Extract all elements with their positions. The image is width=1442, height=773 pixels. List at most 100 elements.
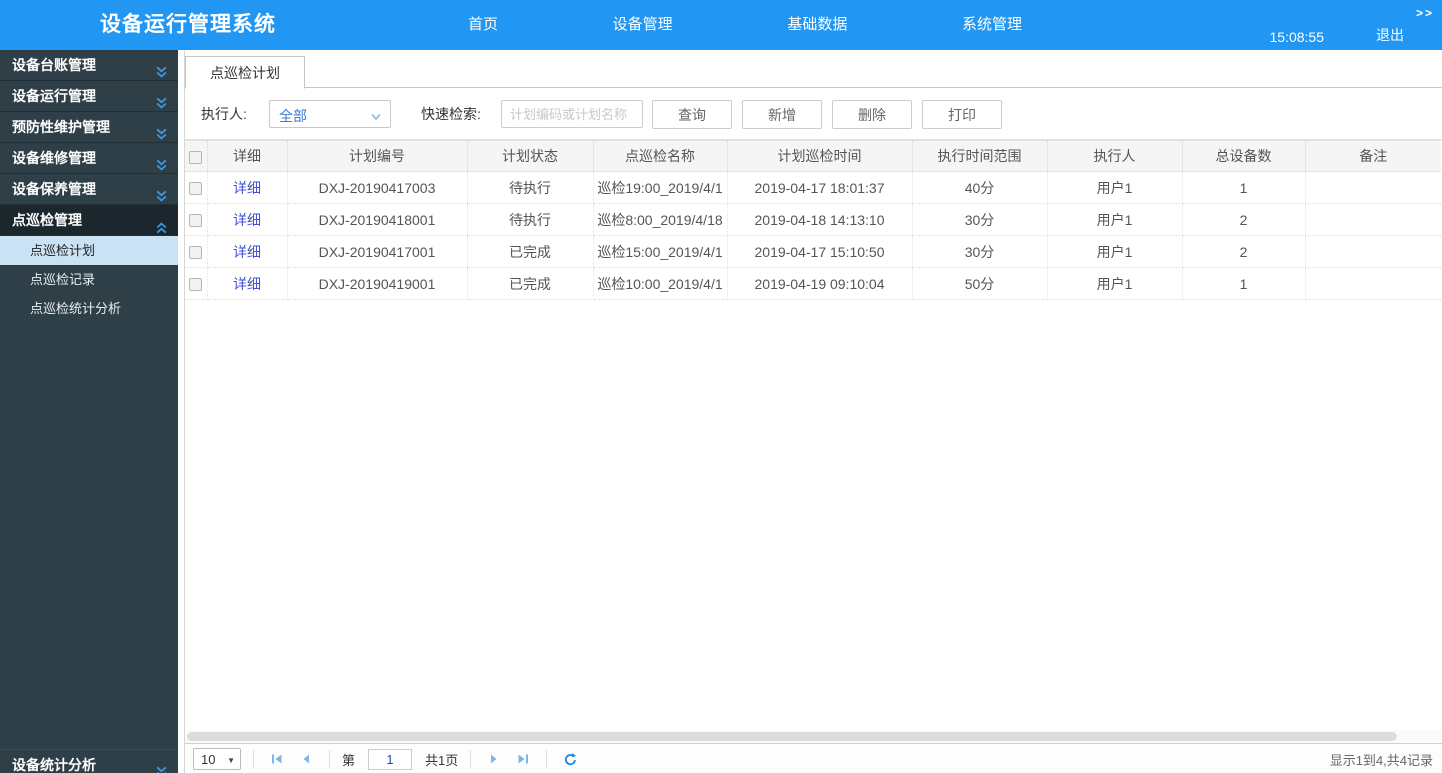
sidebar-item-inspection-plan[interactable]: 点巡检计划 [0,236,178,265]
sidebar-group-label: 预防性维护管理 [12,119,110,135]
detail-link[interactable]: 详细 [233,212,261,228]
sidebar-group-spot-inspection[interactable]: 点巡检管理 [0,205,178,236]
header-checkbox-cell [185,140,208,172]
col-time: 计划巡检时间 [727,140,913,172]
page-size-select[interactable]: 10 ▼ [193,748,241,770]
sidebar-item-inspection-record[interactable]: 点巡检记录 [0,265,178,294]
cell-remark [1305,171,1441,204]
cell-devices: 1 [1182,267,1306,300]
last-page-icon[interactable] [512,748,534,770]
app-title: 设备运行管理系统 [100,13,276,36]
cell-name: 巡检19:00_2019/4/1 [593,171,728,204]
cell-status: 已完成 [467,267,594,300]
cell-devices: 2 [1182,235,1306,268]
row-checkbox[interactable] [189,246,203,260]
nav-home[interactable]: 首页 [450,0,516,50]
cell-executor: 用户1 [1047,267,1183,300]
detail-link[interactable]: 详细 [233,180,261,196]
table-row[interactable]: 详细 DXJ-20190417001 已完成 巡检15:00_2019/4/1 … [185,235,1441,268]
executor-select[interactable]: 全部 [269,100,391,128]
sidebar-item-inspection-statistics[interactable]: 点巡检统计分析 [0,294,178,323]
cell-range: 30分 [912,203,1048,236]
cell-executor: 用户1 [1047,203,1183,236]
sidebar: 设备台账管理 设备运行管理 预防性维护管理 设备维修管理 设备保养管理 点巡检管… [0,50,178,773]
sidebar-group-preventive-maintenance[interactable]: 预防性维护管理 [0,112,178,143]
page-number-input[interactable] [368,748,413,770]
delete-button[interactable]: 删除 [832,100,912,129]
col-range: 执行时间范围 [912,140,1048,172]
table-row[interactable]: 详细 DXJ-20190417003 待执行 巡检19:00_2019/4/1 … [185,171,1441,204]
sidebar-group-equipment-upkeep[interactable]: 设备保养管理 [0,174,178,205]
row-checkbox[interactable] [189,214,203,228]
cell-range: 30分 [912,235,1048,268]
clock-display: 15:08:55 [1269,29,1325,45]
sidebar-group-equipment-repair[interactable]: 设备维修管理 [0,143,178,174]
next-page-icon[interactable] [483,748,505,770]
cell-range: 40分 [912,171,1048,204]
col-plan-no: 计划编号 [287,140,468,172]
query-button[interactable]: 查询 [652,100,732,129]
page-size-value: 10 [201,752,216,767]
row-checkbox[interactable] [189,278,203,292]
cell-devices: 1 [1182,171,1306,204]
data-grid: 详细 计划编号 计划状态 点巡检名称 计划巡检时间 执行时间范围 执行人 总设备… [185,140,1442,729]
detail-link[interactable]: 详细 [233,276,261,292]
col-detail: 详细 [207,140,288,172]
content-panel: 点巡检计划 执行人: 全部 快速检索: 查询 新增 删除 打印 [184,50,1442,773]
quick-search-input[interactable] [501,100,643,128]
sidebar-group-label: 设备维修管理 [12,150,96,166]
cell-plan-no: DXJ-20190417003 [287,171,468,204]
cell-executor: 用户1 [1047,171,1183,204]
col-name: 点巡检名称 [593,140,728,172]
cell-plan-no: DXJ-20190418001 [287,203,468,236]
prev-page-icon[interactable] [295,748,317,770]
col-executor: 执行人 [1047,140,1183,172]
separator [546,750,548,768]
main-nav: 首页 设备管理 基础数据 系统管理 [450,0,1040,50]
first-page-icon[interactable] [266,748,288,770]
select-all-checkbox[interactable] [189,150,203,164]
detail-link[interactable]: 详细 [233,244,261,260]
add-button[interactable]: 新增 [742,100,822,129]
quick-search-label: 快速检索: [421,106,481,122]
app-window: 设备运行管理系统 首页 设备管理 基础数据 系统管理 15:08:55 退出 >… [0,0,1442,773]
sidebar-group-equipment-operation[interactable]: 设备运行管理 [0,81,178,112]
grid-header-row: 详细 计划编号 计划状态 点巡检名称 计划巡检时间 执行时间范围 执行人 总设备… [185,140,1441,172]
cell-status: 待执行 [467,171,594,204]
caret-down-icon: ▼ [227,756,235,765]
scrollbar-thumb[interactable] [187,732,1397,741]
row-checkbox[interactable] [189,182,203,196]
table-row[interactable]: 详细 DXJ-20190418001 待执行 巡检8:00_2019/4/18 … [185,203,1441,236]
executor-label: 执行人: [201,106,247,122]
nav-base-data[interactable]: 基础数据 [769,0,865,50]
collapse-arrows-icon[interactable]: >> [1416,6,1434,20]
tab-bar: 点巡检计划 [185,50,1442,89]
print-button[interactable]: 打印 [922,100,1002,129]
cell-time: 2019-04-17 15:10:50 [727,235,913,268]
horizontal-scrollbar[interactable] [185,730,1442,743]
cell-plan-no: DXJ-20190419001 [287,267,468,300]
nav-equipment[interactable]: 设备管理 [595,0,691,50]
sidebar-group-equipment-statistics[interactable]: 设备统计分析 [0,749,178,773]
table-row[interactable]: 详细 DXJ-20190419001 已完成 巡检10:00_2019/4/1 … [185,267,1441,300]
sidebar-group-equipment-ledger[interactable]: 设备台账管理 [0,50,178,81]
sidebar-group-label: 设备运行管理 [12,88,96,104]
sidebar-group-label: 设备统计分析 [12,757,96,773]
separator [470,750,472,768]
sidebar-group-label: 设备保养管理 [12,181,96,197]
sidebar-group-label: 设备台账管理 [12,57,96,73]
pagination-bar: 10 ▼ 第 共1页 显示1到4,共4记录 [185,743,1442,773]
total-pages-label: 共1页 [425,752,459,768]
records-summary: 显示1到4,共4记录 [1329,752,1433,768]
cell-range: 50分 [912,267,1048,300]
cell-remark [1305,203,1441,236]
nav-system[interactable]: 系统管理 [944,0,1040,50]
top-header: 设备运行管理系统 首页 设备管理 基础数据 系统管理 15:08:55 退出 >… [0,0,1442,50]
tab-inspection-plan[interactable]: 点巡检计划 [185,56,305,89]
cell-name: 巡检8:00_2019/4/18 [593,203,728,236]
logout-button[interactable]: 退出 [1376,25,1404,45]
cell-remark [1305,235,1441,268]
cell-status: 待执行 [467,203,594,236]
sidebar-group-label: 点巡检管理 [12,212,82,228]
refresh-icon[interactable] [559,748,581,770]
